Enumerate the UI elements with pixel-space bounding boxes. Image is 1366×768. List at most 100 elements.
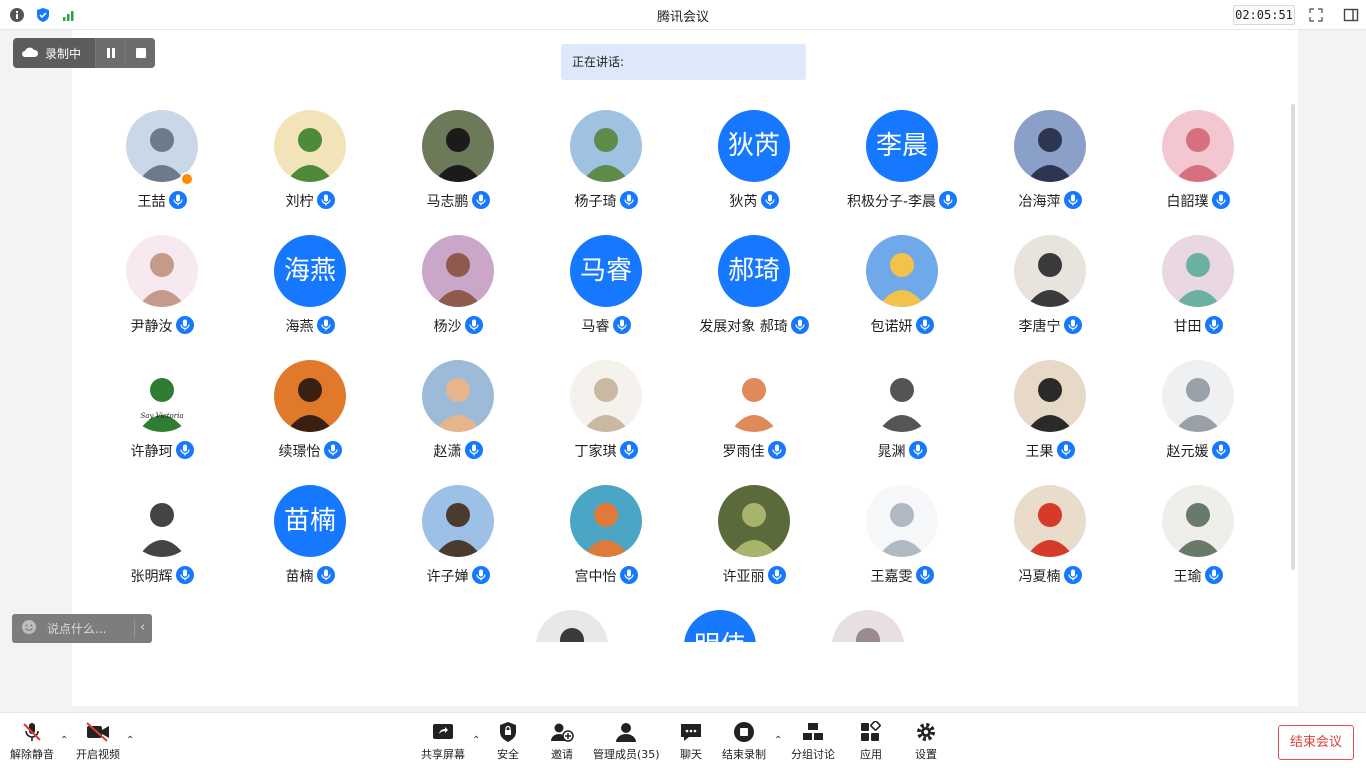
participant-name-row: 王瑜 <box>1124 566 1272 588</box>
participant-tile[interactable]: 张明辉 <box>88 485 236 595</box>
avatar <box>422 110 494 182</box>
participant-name-row: 刘柠 <box>236 191 384 213</box>
participant-tile[interactable]: 王果 <box>976 360 1124 470</box>
participant-tile[interactable]: 许子婵 <box>384 485 532 595</box>
recording-indicator: 录制中 <box>13 38 155 68</box>
mic-icon <box>175 441 194 463</box>
stop-recording-button[interactable] <box>125 38 155 68</box>
participant-tile[interactable]: 明伟 <box>646 610 794 642</box>
participant-tile[interactable]: 马睿 马睿 <box>532 235 680 345</box>
participant-tile[interactable]: 赵潇 <box>384 360 532 470</box>
mic-icon <box>316 566 335 588</box>
participant-tile[interactable]: 郝琦 发展对象 郝琦 <box>680 235 828 345</box>
avatar <box>536 610 608 642</box>
sidebar-toggle-icon[interactable] <box>1341 5 1361 25</box>
avatar: 明伟 <box>684 610 756 642</box>
avatar <box>1162 235 1234 307</box>
participant-tile[interactable]: 白韶璞 <box>1124 110 1272 220</box>
end-meeting-button[interactable]: 结束会议 <box>1278 725 1354 760</box>
avatar-caption: Say Victoria <box>140 412 184 420</box>
collapse-chat-icon[interactable]: ‹ <box>140 620 145 635</box>
mic-icon <box>612 316 631 334</box>
mic-icon <box>1204 316 1223 338</box>
participant-name: 尹静汝 <box>130 319 173 335</box>
settings-button[interactable]: 设置 <box>914 721 938 762</box>
unmute-button[interactable]: 解除静音 <box>10 721 54 762</box>
participant-name: 张明辉 <box>130 569 173 585</box>
participant-tile[interactable]: 杨子琦 <box>532 110 680 220</box>
participant-tile[interactable] <box>498 610 646 642</box>
security-button[interactable]: 安全 <box>497 721 519 762</box>
scrollbar[interactable] <box>1291 104 1295 570</box>
emoji-icon[interactable] <box>21 619 37 638</box>
participant-tile[interactable]: 李晨 积极分子-李晨 <box>828 110 976 220</box>
participant-tile[interactable]: 许亚丽 <box>680 485 828 595</box>
participant-tile[interactable]: 包诺妍 <box>828 235 976 345</box>
mic-icon <box>1063 191 1082 213</box>
participant-tile[interactable]: 苗楠 苗楠 <box>236 485 384 595</box>
participant-tile[interactable]: 狄芮 狄芮 <box>680 110 828 220</box>
participant-tile[interactable]: 赵元媛 <box>1124 360 1272 470</box>
members-icon <box>616 723 637 742</box>
mic-icon <box>1056 441 1075 459</box>
invite-button[interactable]: 邀请 <box>550 721 574 762</box>
participant-name-row: 尹静汝 <box>88 316 236 338</box>
chat-button[interactable]: 聊天 <box>679 721 703 762</box>
apps-button[interactable]: 应用 <box>859 721 883 762</box>
participant-tile[interactable]: 李唐宁 <box>976 235 1124 345</box>
participant-tile[interactable]: Say Victoria 许静珂 <box>88 360 236 470</box>
participant-tile[interactable]: 刘柠 <box>236 110 384 220</box>
breakout-button[interactable]: 分组讨论 <box>791 721 835 762</box>
participant-tile[interactable]: 丁家琪 <box>532 360 680 470</box>
recording-options-chevron-icon[interactable]: ⌃ <box>774 735 782 746</box>
participant-tile[interactable]: 宫中怡 <box>532 485 680 595</box>
participant-tile[interactable]: 尹静汝 <box>88 235 236 345</box>
pause-recording-button[interactable] <box>95 38 125 68</box>
participant-tile[interactable]: 冯夏楠 <box>976 485 1124 595</box>
audio-options-chevron-icon[interactable]: ⌃ <box>60 735 68 746</box>
mic-icon <box>175 566 194 584</box>
avatar: 狄芮 <box>718 110 790 182</box>
participant-tile[interactable]: 续璟怡 <box>236 360 384 470</box>
breakout-icon <box>803 723 823 740</box>
participant-tile[interactable]: 王嘉雯 <box>828 485 976 595</box>
mic-icon <box>175 316 194 334</box>
participant-name-row: 王果 <box>976 441 1124 463</box>
mic-icon <box>619 441 638 463</box>
fullscreen-icon[interactable] <box>1306 5 1326 25</box>
participant-name: 罗雨佳 <box>722 444 765 460</box>
mic-icon <box>316 566 335 584</box>
share-screen-icon <box>433 724 453 739</box>
avatar <box>1162 110 1234 182</box>
avatar <box>422 485 494 557</box>
quick-chat-input[interactable]: 说点什么... ‹ <box>12 614 152 643</box>
participant-tile[interactable] <box>794 610 942 642</box>
mic-icon <box>915 316 934 338</box>
participant-tile[interactable]: 马志鹏 <box>384 110 532 220</box>
video-options-chevron-icon[interactable]: ⌃ <box>126 735 134 746</box>
manage-members-button[interactable]: 管理成员(35) <box>593 721 660 762</box>
participant-tile[interactable]: 甘田 <box>1124 235 1272 345</box>
participant-tile[interactable]: 冶海萍 <box>976 110 1124 220</box>
participant-name: 白韶璞 <box>1166 194 1209 210</box>
participant-name-row: 杨子琦 <box>532 191 680 213</box>
participant-tile[interactable]: 王瑜 <box>1124 485 1272 595</box>
participant-name-row: 赵潇 <box>384 441 532 463</box>
participant-tile[interactable]: 海燕 海燕 <box>236 235 384 345</box>
recording-label: 录制中 <box>45 46 82 61</box>
participant-tile[interactable]: 杨沙 <box>384 235 532 345</box>
avatar <box>570 360 642 432</box>
share-options-chevron-icon[interactable]: ⌃ <box>472 735 480 746</box>
participant-tile[interactable]: 晁渊 <box>828 360 976 470</box>
start-video-button[interactable]: 开启视频 <box>76 721 120 762</box>
participant-name-row: 发展对象 郝琦 <box>680 316 828 338</box>
mic-icon <box>1063 316 1082 334</box>
participant-name: 杨子琦 <box>574 194 617 210</box>
participant-tile[interactable]: 王喆 <box>88 110 236 220</box>
participant-tile[interactable]: 罗雨佳 <box>680 360 828 470</box>
mic-icon <box>175 566 194 588</box>
mic-icon <box>1204 566 1223 588</box>
participant-name: 狄芮 <box>729 194 758 210</box>
share-screen-button[interactable]: 共享屏幕 <box>421 721 465 762</box>
end-recording-button[interactable]: 结束录制 <box>722 721 766 762</box>
